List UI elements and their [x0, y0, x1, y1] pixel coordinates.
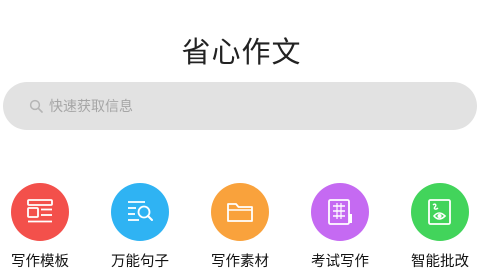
- feature-label: 写作素材: [211, 254, 269, 270]
- search-placeholder: 快速获取信息: [49, 99, 133, 115]
- folder-icon: [227, 203, 253, 222]
- eye-review-icon: [428, 199, 451, 225]
- feature-label: 考试写作: [311, 254, 369, 270]
- feature-icon-circle: [311, 183, 369, 241]
- page-title: 省心作文: [181, 35, 302, 69]
- template-icon: [27, 199, 53, 223]
- feature-label: 万能句子: [111, 254, 169, 270]
- search-bar[interactable]: 快速获取信息: [3, 82, 477, 130]
- feature-universal-sentences[interactable]: 万能句子: [95, 183, 185, 279]
- search-icon: [29, 99, 43, 113]
- exam-paper-icon: [328, 199, 352, 225]
- feature-smart-correction[interactable]: 智能批改: [395, 183, 483, 279]
- feature-exam-writing[interactable]: 考试写作: [295, 183, 385, 279]
- feature-writing-materials[interactable]: 写作素材: [195, 183, 285, 279]
- feature-label: 写作模板: [11, 254, 69, 270]
- feature-icon-circle: [211, 183, 269, 241]
- feature-icon-circle: [111, 183, 169, 241]
- feature-label: 智能批改: [411, 254, 469, 270]
- sentence-search-icon: [128, 201, 153, 221]
- feature-icon-circle: [11, 183, 69, 241]
- feature-icon-circle: [411, 183, 469, 241]
- feature-writing-template[interactable]: 写作模板: [0, 183, 85, 279]
